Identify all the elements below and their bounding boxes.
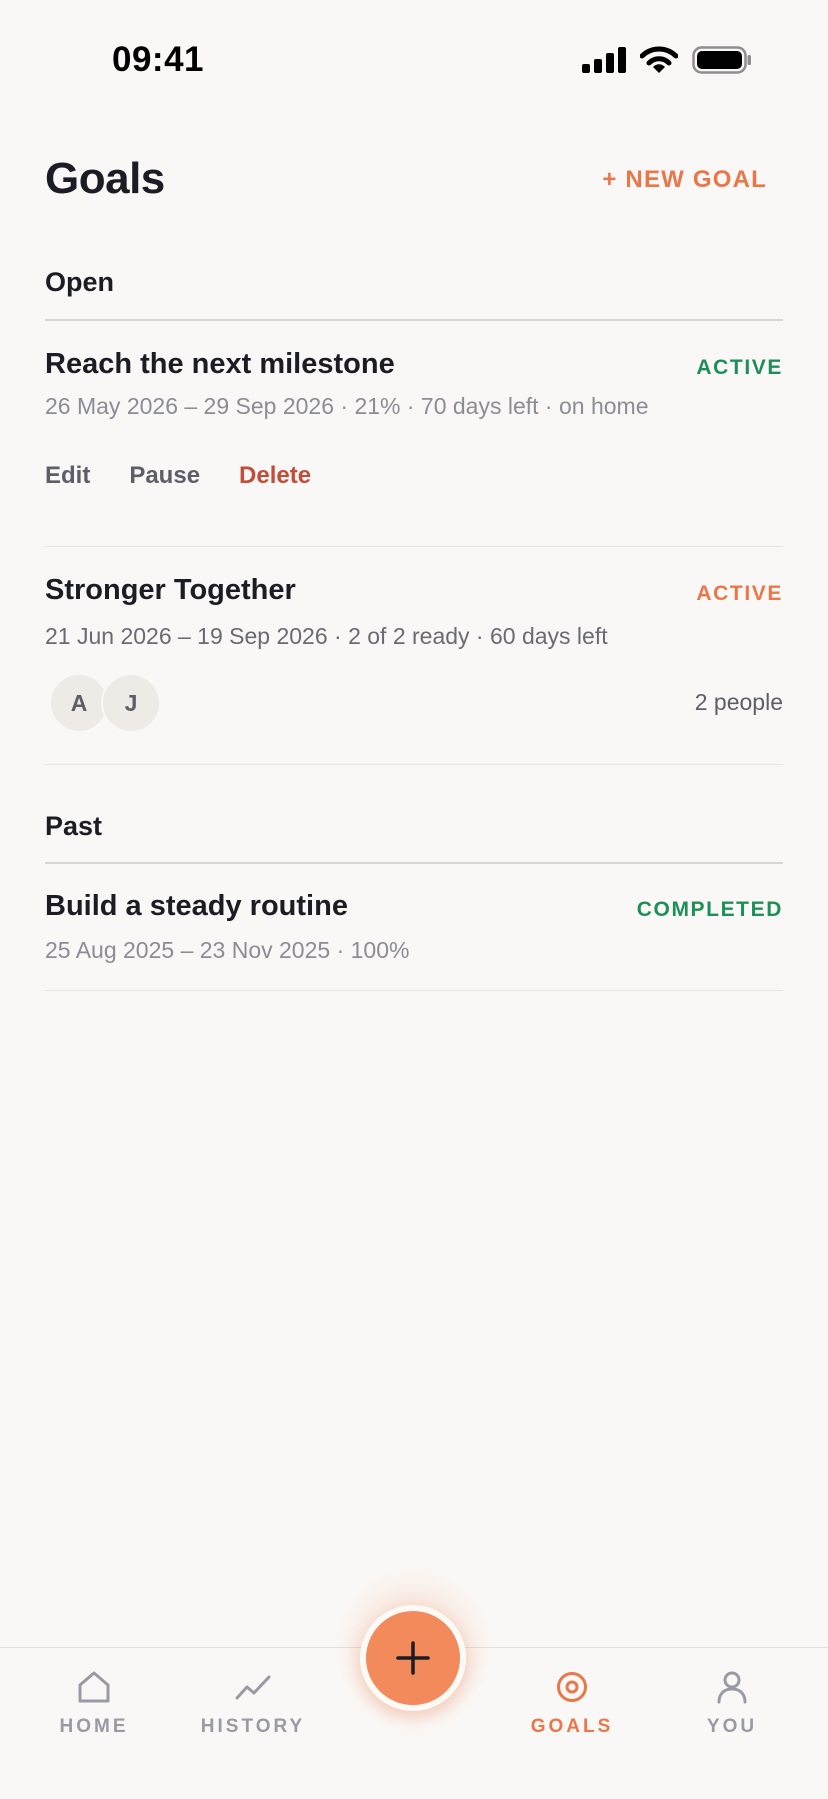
goal-actions: Edit Pause Delete xyxy=(45,462,311,490)
goal-meta: 25 Aug 2025 – 23 Nov 2025 · 100% xyxy=(45,937,410,963)
status-badge: COMPLETED xyxy=(636,898,783,921)
status-badge: ACTIVE xyxy=(696,356,783,379)
participant-avatars: A J xyxy=(49,673,161,733)
goals-icon xyxy=(557,1672,587,1702)
goal-title: Reach the next milestone xyxy=(45,348,395,380)
nav-item-goals[interactable]: GOALS xyxy=(492,1670,652,1738)
you-icon xyxy=(717,1671,747,1704)
goal-card[interactable]: Reach the next milestone ACTIVE 26 May 2… xyxy=(45,322,783,547)
signal-icon xyxy=(582,47,626,73)
header: Goals + NEW GOAL xyxy=(45,150,783,210)
status-badge: ACTIVE xyxy=(696,582,783,605)
avatar: J xyxy=(101,673,161,733)
wifi-icon xyxy=(640,46,678,73)
status-icons xyxy=(582,46,752,74)
nav-label-home: HOME xyxy=(59,1716,129,1737)
history-icon xyxy=(235,1675,271,1700)
people-count: 2 people xyxy=(694,689,783,715)
page-title: Goals xyxy=(45,154,165,203)
goal-card[interactable]: Stronger Together ACTIVE 21 Jun 2026 – 1… xyxy=(45,547,783,765)
section-open-label: Open xyxy=(45,267,115,297)
goal-meta: 26 May 2026 – 29 Sep 2026 · 21% · 70 day… xyxy=(45,393,649,419)
section-past-label: Past xyxy=(45,811,103,841)
nav-label-you: YOU xyxy=(706,1716,758,1737)
plus-icon xyxy=(396,1641,430,1675)
goal-title: Build a steady routine xyxy=(45,890,348,922)
edit-button[interactable]: Edit xyxy=(45,462,90,490)
pause-button[interactable]: Pause xyxy=(129,462,200,490)
nav-label-history: HISTORY xyxy=(200,1716,306,1737)
home-icon xyxy=(78,1671,110,1703)
nav-item-home[interactable]: HOME xyxy=(14,1670,174,1738)
status-bar: 09:41 xyxy=(0,0,828,120)
add-button[interactable] xyxy=(360,1605,466,1711)
delete-button[interactable]: Delete xyxy=(239,462,311,490)
status-time: 09:41 xyxy=(112,40,205,79)
section-past-header: Past xyxy=(45,811,783,864)
goal-title: Stronger Together xyxy=(45,574,296,606)
goal-card[interactable]: Build a steady routine COMPLETED 25 Aug … xyxy=(45,864,783,991)
goal-meta: 21 Jun 2026 – 19 Sep 2026 · 2 of 2 ready… xyxy=(45,623,608,649)
nav-item-you[interactable]: YOU xyxy=(652,1670,812,1738)
new-goal-button[interactable]: + NEW GOAL xyxy=(602,166,767,194)
nav-item-history[interactable]: HISTORY xyxy=(173,1670,333,1738)
nav-label-goals: GOALS xyxy=(530,1716,614,1737)
avatar: A xyxy=(49,673,109,733)
section-open-header: Open xyxy=(45,267,783,321)
battery-icon xyxy=(692,46,751,74)
